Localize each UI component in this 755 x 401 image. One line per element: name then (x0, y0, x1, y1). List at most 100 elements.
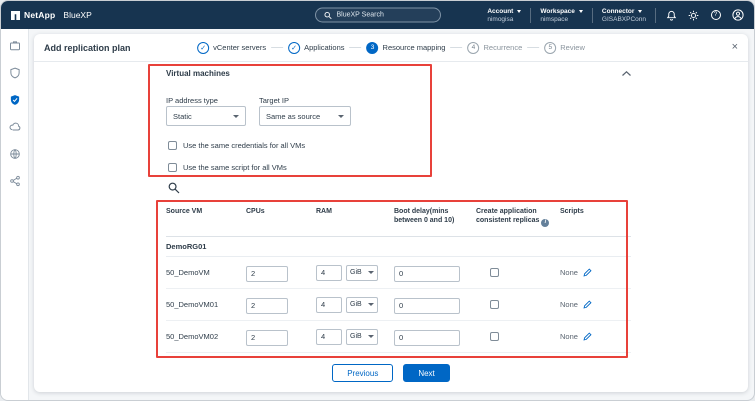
step-separator (527, 47, 539, 48)
global-search[interactable]: BlueXP Search (315, 8, 441, 23)
edit-script-pencil-icon[interactable] (583, 332, 592, 341)
wizard-stepper: ✓ vCenter servers ✓ Applications 3 Resou… (197, 42, 585, 54)
section-title: Virtual machines (166, 69, 230, 78)
info-icon[interactable]: i (541, 219, 549, 227)
close-icon[interactable]: × (732, 42, 738, 53)
user-avatar[interactable] (731, 9, 744, 22)
next-button[interactable]: Next (403, 364, 449, 382)
boot-delay-input[interactable] (394, 330, 460, 346)
divider (655, 8, 656, 23)
left-sidebar (1, 29, 29, 400)
resource-group-name: DemoRG01 (166, 242, 246, 251)
chevron-down-icon (368, 271, 374, 274)
step-number: 5 (544, 42, 556, 54)
help-icon[interactable]: ? (709, 9, 722, 22)
cpus-input[interactable] (246, 298, 288, 314)
previous-button[interactable]: Previous (332, 364, 393, 382)
cpus-input[interactable] (246, 330, 288, 346)
brand-name: NetApp (24, 10, 55, 20)
source-vm-name: 50_DemoVM (166, 268, 246, 277)
same-credentials-row: Use the same credentials for all VMs (168, 141, 305, 150)
step-applications[interactable]: ✓ Applications (288, 42, 344, 54)
same-script-checkbox[interactable] (168, 163, 177, 172)
cloud-sync-icon (9, 121, 21, 133)
target-ip-select[interactable]: Same as source (259, 106, 351, 126)
ram-unit-select[interactable]: GiB (346, 329, 378, 345)
search-icon (324, 11, 332, 19)
share-icon (9, 175, 21, 187)
account-menu[interactable]: Account nimogisa (487, 8, 521, 23)
consistent-replica-checkbox[interactable] (490, 332, 499, 341)
bluexp-window: NetApp BlueXP BlueXP Search Account nimo… (0, 0, 755, 401)
ram-unit-select[interactable]: GiB (346, 265, 378, 281)
sidebar-item-workspaces[interactable] (8, 39, 22, 53)
scripts-value: None (560, 268, 578, 277)
edit-script-pencil-icon[interactable] (583, 300, 592, 309)
cpus-input[interactable] (246, 266, 288, 282)
step-vcenter-servers[interactable]: ✓ vCenter servers (197, 42, 266, 54)
target-ip-label: Target IP (259, 96, 289, 105)
panel-body: Virtual machines IP address type Target … (34, 63, 748, 392)
sidebar-item-health[interactable] (8, 66, 22, 80)
ram-input[interactable] (316, 297, 342, 313)
table-search-icon[interactable] (168, 181, 180, 193)
table-row: 50_DemoVM01 GiB None (166, 289, 631, 321)
step-check-icon: ✓ (197, 42, 209, 54)
same-credentials-label: Use the same credentials for all VMs (183, 141, 305, 150)
table-header-row: Source VM CPUs RAM Boot delay(mins betwe… (166, 203, 631, 237)
ram-input[interactable] (316, 329, 342, 345)
sidebar-item-extensions[interactable] (8, 174, 22, 188)
consistent-replica-checkbox[interactable] (490, 268, 499, 277)
connector-menu[interactable]: Connector GISABXPConn (602, 8, 646, 23)
table-row: 50_DemoVM GiB None (166, 257, 631, 289)
same-script-label: Use the same script for all VMs (183, 163, 287, 172)
edit-script-pencil-icon[interactable] (583, 268, 592, 277)
divider (592, 8, 593, 23)
resource-group-row: DemoRG01 (166, 237, 631, 257)
chevron-down-icon (368, 335, 374, 338)
col-source-vm: Source VM (166, 207, 246, 216)
top-navigation-bar: NetApp BlueXP BlueXP Search Account nimo… (1, 1, 754, 29)
shield-icon (9, 67, 21, 79)
globe-icon (9, 148, 21, 160)
same-credentials-checkbox[interactable] (168, 141, 177, 150)
workspace-menu[interactable]: Workspace nimspace (540, 8, 583, 23)
workspace-label: Workspace (540, 8, 575, 15)
chevron-down-icon (233, 115, 239, 118)
ip-address-type-select[interactable]: Static (166, 106, 246, 126)
step-review[interactable]: 5 Review (544, 42, 585, 54)
ram-unit-select[interactable]: GiB (346, 297, 378, 313)
sidebar-item-protection-active[interactable] (8, 93, 22, 107)
page-title: Add replication plan (44, 43, 131, 53)
step-number: 4 (467, 42, 479, 54)
netapp-logo-icon (11, 11, 20, 20)
ram-input[interactable] (316, 265, 342, 281)
divider (530, 8, 531, 23)
chevron-up-icon[interactable] (622, 71, 631, 76)
step-resource-mapping[interactable]: 3 Resource mapping (367, 42, 446, 54)
table-row: 50_DemoVM02 GiB None (166, 321, 631, 353)
boot-delay-input[interactable] (394, 298, 460, 314)
search-label: BlueXP Search (337, 12, 384, 19)
workspace-value: nimspace (540, 16, 583, 23)
consistent-replica-checkbox[interactable] (490, 300, 499, 309)
boot-delay-input[interactable] (394, 266, 460, 282)
notifications-bell-icon[interactable] (665, 9, 678, 22)
ip-address-type-label: IP address type (166, 96, 218, 105)
chevron-down-icon (338, 115, 344, 118)
col-ram: RAM (316, 207, 394, 216)
scripts-value: None (560, 332, 578, 341)
wizard-footer: Previous Next (34, 364, 748, 382)
virtual-machines-accordion: Virtual machines (166, 69, 631, 78)
step-recurrence[interactable]: 4 Recurrence (467, 42, 522, 54)
sidebar-item-mobility[interactable] (8, 120, 22, 134)
step-number: 3 (367, 42, 379, 54)
canvas-icon (9, 40, 21, 52)
step-separator (271, 47, 283, 48)
connector-value: GISABXPConn (602, 16, 646, 23)
chevron-down-icon (638, 10, 642, 13)
sidebar-item-governance[interactable] (8, 147, 22, 161)
step-check-icon: ✓ (288, 42, 300, 54)
settings-gear-icon[interactable] (687, 9, 700, 22)
col-scripts: Scripts (560, 207, 631, 216)
